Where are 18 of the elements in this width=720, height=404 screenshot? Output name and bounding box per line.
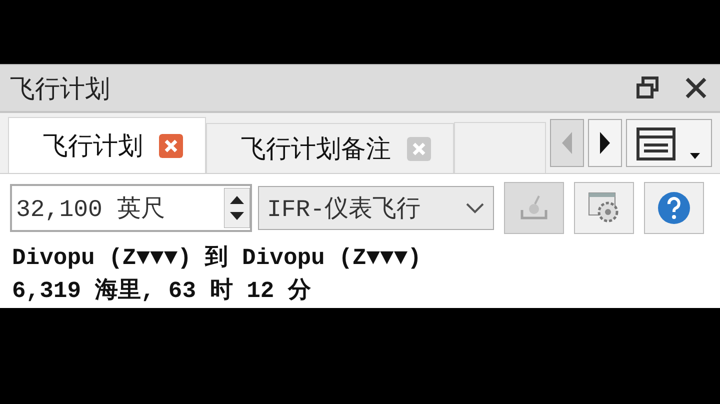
tab-menu-button[interactable] bbox=[626, 119, 712, 167]
route-summary: Divopu (Z▼▼▼) 到 Divopu (Z▼▼▼) bbox=[12, 244, 422, 273]
spinner-icon[interactable] bbox=[224, 188, 250, 228]
settings-button[interactable] bbox=[574, 182, 634, 234]
chevron-down-icon bbox=[465, 202, 485, 214]
tab[interactable]: 飞行计划备注 bbox=[206, 123, 454, 173]
flight-rules-dropdown[interactable]: IFR-仪表飞行 bbox=[258, 186, 494, 230]
route-summary: 6,319 海里, 63 时 12 分 bbox=[12, 276, 312, 306]
panel-title: 飞行计划 bbox=[10, 72, 111, 104]
tray-icon bbox=[520, 196, 548, 220]
gear-icon bbox=[588, 192, 618, 222]
tab[interactable]: 飞行计划 bbox=[8, 117, 206, 173]
scroll-right-button[interactable] bbox=[588, 119, 622, 167]
altitude-field[interactable]: 32,100 英尺 bbox=[10, 184, 252, 232]
help-button[interactable] bbox=[644, 182, 704, 234]
help-icon bbox=[658, 192, 690, 224]
left-arrow-icon bbox=[560, 132, 574, 154]
right-arrow-icon bbox=[598, 132, 612, 154]
